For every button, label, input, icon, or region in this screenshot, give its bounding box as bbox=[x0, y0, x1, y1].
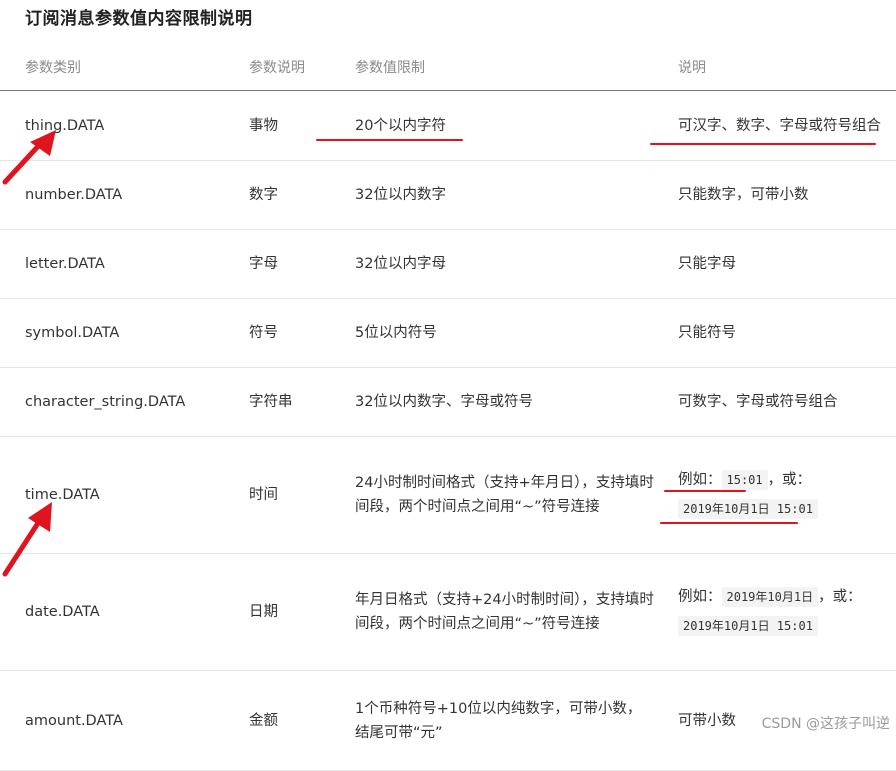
table-row: thing.DATA 事物 20个以内字符 可汉字、数字、字母或符号组合 bbox=[0, 90, 896, 161]
cell-limit: 5位以内符号 bbox=[355, 298, 675, 368]
cell-note: 例如： 15:01 ，或： 2019年10月1日 15:01 bbox=[675, 436, 896, 554]
table-row: character_string.DATA 字符串 32位以内数字、字母或符号 … bbox=[0, 367, 896, 437]
cell-note: 只能字母 bbox=[675, 229, 896, 299]
cell-limit: 1个币种符号+10位以内纯数字，可带小数，结尾可带“元” bbox=[355, 670, 675, 771]
cell-limit: 32位以内数字 bbox=[355, 160, 675, 230]
cell-desc: 时间 bbox=[229, 436, 355, 554]
header-note: 说明 bbox=[675, 44, 896, 91]
annotation-arrow-icon bbox=[2, 502, 52, 577]
code-sample: 2019年10月1日 15:01 bbox=[678, 499, 818, 519]
watermark: CSDN @这孩子叫逆 bbox=[761, 716, 890, 732]
header-param-desc: 参数说明 bbox=[229, 44, 355, 91]
cell-limit: 32位以内字母 bbox=[355, 229, 675, 299]
code-sample: 2019年10月1日 15:01 bbox=[678, 616, 818, 636]
page-title: 订阅消息参数值内容限制说明 bbox=[25, 9, 253, 29]
cell-note: 只能数字，可带小数 bbox=[675, 160, 896, 230]
cell-note: 例如： 2019年10月1日 ，或： 2019年10月1日 15:01 bbox=[675, 553, 896, 671]
cell-type: amount.DATA bbox=[0, 670, 229, 771]
table-row: date.DATA 日期 年月日格式（支持+24小时制时间），支持填时间段，两个… bbox=[0, 553, 896, 671]
cell-note: 可数字、字母或符号组合 bbox=[675, 367, 896, 437]
cell-limit: 32位以内数字、字母或符号 bbox=[355, 367, 675, 437]
cell-desc: 事物 bbox=[229, 90, 355, 161]
cell-desc: 数字 bbox=[229, 160, 355, 230]
cell-desc: 符号 bbox=[229, 298, 355, 368]
note-separator: ，或： bbox=[767, 472, 812, 488]
cell-desc: 日期 bbox=[229, 553, 355, 671]
annotation-underline bbox=[650, 143, 876, 145]
cell-note: 可汉字、数字、字母或符号组合 bbox=[675, 90, 896, 161]
annotation-arrow-icon bbox=[2, 130, 56, 185]
code-sample: 15:01 bbox=[721, 470, 768, 490]
note-prefix: 例如： bbox=[678, 472, 722, 488]
code-sample: 2019年10月1日 bbox=[721, 587, 819, 607]
table-row: symbol.DATA 符号 5位以内符号 只能符号 bbox=[0, 298, 896, 368]
table-header-row: 参数类别 参数说明 参数值限制 说明 bbox=[0, 44, 896, 91]
header-param-type: 参数类别 bbox=[0, 44, 229, 91]
cell-type: symbol.DATA bbox=[0, 298, 229, 368]
note-separator: ，或： bbox=[818, 589, 862, 605]
table-row: number.DATA 数字 32位以内数字 只能数字，可带小数 bbox=[0, 160, 896, 230]
cell-type: letter.DATA bbox=[0, 229, 229, 299]
cell-limit: 20个以内字符 bbox=[355, 90, 675, 161]
note-prefix: 例如： bbox=[678, 589, 722, 605]
param-limit-table: 参数类别 参数说明 参数值限制 说明 thing.DATA 事物 20个以内字符… bbox=[0, 44, 896, 771]
cell-limit: 24小时制时间格式（支持+年月日），支持填时间段，两个时间点之间用“~”符号连接 bbox=[355, 436, 675, 554]
cell-type: character_string.DATA bbox=[0, 367, 229, 437]
annotation-underline bbox=[316, 139, 463, 141]
cell-desc: 字母 bbox=[229, 229, 355, 299]
cell-desc: 字符串 bbox=[229, 367, 355, 437]
table-row: letter.DATA 字母 32位以内字母 只能字母 bbox=[0, 229, 896, 299]
cell-desc: 金额 bbox=[229, 670, 355, 771]
table-row: time.DATA 时间 24小时制时间格式（支持+年月日），支持填时间段，两个… bbox=[0, 436, 896, 554]
annotation-underline bbox=[660, 522, 798, 524]
annotation-underline bbox=[664, 490, 746, 492]
cell-limit: 年月日格式（支持+24小时制时间），支持填时间段，两个时间点之间用“~”符号连接 bbox=[355, 553, 675, 671]
cell-note: 只能符号 bbox=[675, 298, 896, 368]
header-param-limit: 参数值限制 bbox=[355, 44, 675, 91]
